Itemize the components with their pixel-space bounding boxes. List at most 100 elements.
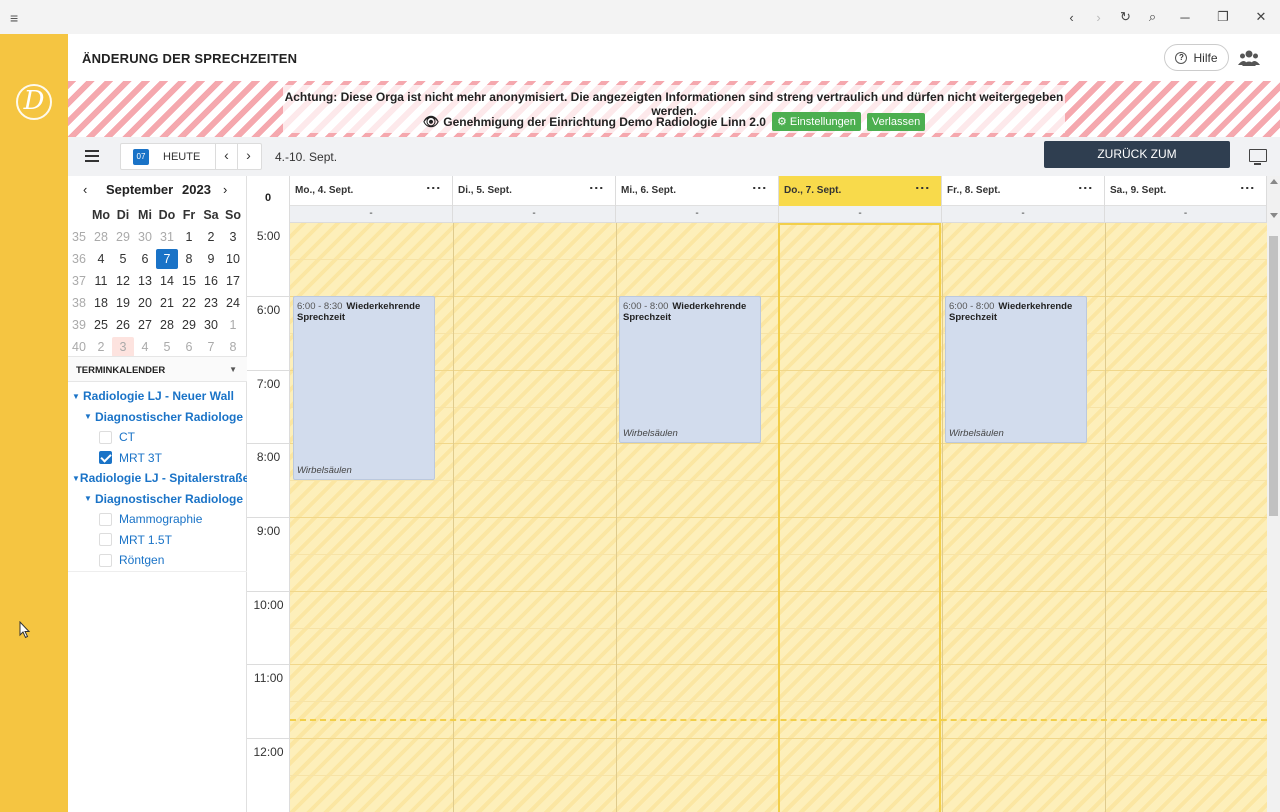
scroll-down-icon[interactable] (1270, 213, 1278, 218)
mini-day[interactable]: 5 (156, 340, 178, 354)
mini-day[interactable]: 26 (112, 318, 134, 332)
mini-day[interactable]: 18 (90, 296, 112, 310)
mini-day[interactable]: 19 (112, 296, 134, 310)
reload-icon[interactable]: ↻ (1112, 0, 1139, 34)
mini-month-label[interactable]: September (106, 182, 173, 197)
mini-day[interactable]: 14 (156, 274, 178, 288)
mini-day[interactable]: 15 (178, 274, 200, 288)
day-header-sat[interactable]: Sa., 9. Sept. ⋮ (1105, 176, 1267, 206)
mini-day[interactable]: 29 (112, 230, 134, 244)
mini-day[interactable]: 13 (134, 274, 156, 288)
mini-next-month-button[interactable]: › (223, 182, 227, 197)
menu-icon[interactable] (85, 150, 99, 162)
tree-item-mrt-1-5t[interactable]: MRT 1.5T (68, 530, 247, 551)
mini-day[interactable]: 3 (222, 230, 244, 244)
day-header-mon[interactable]: Mo., 4. Sept. ⋮ (290, 176, 453, 206)
checkbox[interactable] (99, 533, 112, 547)
mini-day[interactable]: 25 (90, 318, 112, 332)
mini-prev-month-button[interactable]: ‹ (83, 182, 87, 197)
event-card[interactable]: 6:00 - 8:00 Wiederkehrende Sprechzeit Wir… (619, 296, 761, 443)
next-week-button[interactable]: › (237, 143, 259, 170)
mini-day[interactable]: 1 (178, 230, 200, 244)
tree-item-ct[interactable]: CT (68, 427, 247, 448)
help-button[interactable]: ? Hilfe (1164, 44, 1229, 71)
checkbox[interactable] (99, 430, 112, 444)
mini-day[interactable]: 22 (178, 296, 200, 310)
mini-day[interactable]: 8 (222, 340, 244, 354)
checkbox[interactable] (99, 553, 112, 567)
more-vert-icon[interactable]: ⋮ (426, 181, 442, 192)
mini-day[interactable]: 6 (134, 252, 156, 266)
mini-day[interactable]: 16 (200, 274, 222, 288)
scroll-up-icon[interactable] (1270, 179, 1278, 184)
mini-day[interactable]: 27 (134, 318, 156, 332)
event-card[interactable]: 6:00 - 8:00 Wiederkehrende Sprechzeit Wir… (945, 296, 1087, 443)
tree-item-mrt-3t[interactable]: MRT 3T (68, 448, 247, 469)
leave-button[interactable]: Verlassen (866, 112, 926, 131)
prev-week-button[interactable]: ‹ (215, 143, 237, 170)
users-icon[interactable] (1238, 48, 1260, 68)
mini-day[interactable]: 4 (134, 340, 156, 354)
restore-icon[interactable]: ❐ (1204, 0, 1242, 34)
back-icon[interactable]: ‹ (1058, 0, 1085, 34)
tree-item-mammographie[interactable]: Mammographie (68, 509, 247, 530)
more-vert-icon[interactable]: ⋮ (915, 181, 931, 192)
more-vert-icon[interactable]: ⋮ (752, 181, 768, 192)
calendar-icon[interactable]: 07 (133, 148, 149, 165)
mini-day[interactable]: 17 (222, 274, 244, 288)
settings-button[interactable]: ⚙ Einstellungen (771, 112, 861, 131)
mini-day[interactable]: 23 (200, 296, 222, 310)
search-icon[interactable]: ⌕ (1139, 0, 1166, 34)
mini-day[interactable]: 28 (90, 230, 112, 244)
caret-down-icon[interactable]: ▼ (84, 412, 95, 421)
tree-group-diagnostischer-radiologe[interactable]: ▼ Diagnostischer Radiologe (68, 489, 247, 510)
terminkalender-header[interactable]: TERMINKALENDER ▼ (68, 356, 247, 382)
monitor-icon[interactable] (1249, 149, 1267, 165)
mini-day[interactable]: 4 (90, 252, 112, 266)
chevron-down-icon[interactable]: ▼ (229, 365, 237, 374)
tree-location-spitalerstrasse[interactable]: ▼ Radiologie LJ - Spitalerstraße (68, 468, 249, 489)
mini-day[interactable]: 30 (134, 230, 156, 244)
mini-day[interactable]: 12 (112, 274, 134, 288)
mini-day-highlighted[interactable]: 3 (112, 337, 134, 357)
back-to-calendar-button[interactable]: ZURÜCK ZUM TERMINKALENDER (1044, 141, 1230, 188)
caret-down-icon[interactable]: ▼ (72, 474, 80, 483)
mini-day[interactable]: 20 (134, 296, 156, 310)
more-vert-icon[interactable]: ⋮ (589, 181, 605, 192)
minimize-icon[interactable]: ─ (1166, 0, 1204, 34)
calendar-scrollbar[interactable] (1267, 176, 1280, 812)
mini-day[interactable]: 7 (200, 340, 222, 354)
more-vert-icon[interactable]: ⋮ (1078, 181, 1094, 192)
mini-day[interactable]: 2 (200, 230, 222, 244)
app-menu-icon[interactable]: ≡ (10, 10, 18, 26)
tree-group-diagnostischer-radiologe[interactable]: ▼ Diagnostischer Radiologe (68, 407, 247, 428)
day-header-fri[interactable]: Fr., 8. Sept. ⋮ (942, 176, 1105, 206)
mini-day[interactable]: 9 (200, 252, 222, 266)
caret-down-icon[interactable]: ▼ (84, 494, 95, 503)
mini-day[interactable]: 6 (178, 340, 200, 354)
mini-day[interactable]: 29 (178, 318, 200, 332)
scroll-thumb[interactable] (1269, 236, 1278, 516)
today-button[interactable]: HEUTE (163, 151, 215, 163)
day-header-tue[interactable]: Di., 5. Sept. ⋮ (453, 176, 616, 206)
calendar-grid[interactable]: 6:00 - 8:30 Wiederkehrende Sprechzeit Wir… (290, 223, 1267, 812)
tree-location-neuer-wall[interactable]: ▼ Radiologie LJ - Neuer Wall (68, 386, 247, 407)
day-header-wed[interactable]: Mi., 6. Sept. ⋮ (616, 176, 779, 206)
mini-year-label[interactable]: 2023 (182, 182, 211, 197)
mini-day[interactable]: 5 (112, 252, 134, 266)
checkbox[interactable] (99, 512, 112, 526)
forward-icon[interactable]: › (1085, 0, 1112, 34)
event-card[interactable]: 6:00 - 8:30 Wiederkehrende Sprechzeit Wir… (293, 296, 435, 480)
close-icon[interactable]: ✕ (1242, 0, 1280, 34)
mini-day[interactable]: 31 (156, 230, 178, 244)
mini-day[interactable]: 10 (222, 252, 244, 266)
mini-day[interactable]: 2 (90, 340, 112, 354)
mini-day-selected[interactable]: 7 (156, 249, 178, 269)
mini-day[interactable]: 1 (222, 318, 244, 332)
mini-day[interactable]: 11 (90, 274, 112, 288)
mini-day[interactable]: 28 (156, 318, 178, 332)
mini-day[interactable]: 21 (156, 296, 178, 310)
app-logo[interactable]: D (16, 84, 52, 120)
tree-item-roentgen[interactable]: Röntgen (68, 550, 247, 571)
checkbox-checked[interactable] (99, 451, 112, 465)
